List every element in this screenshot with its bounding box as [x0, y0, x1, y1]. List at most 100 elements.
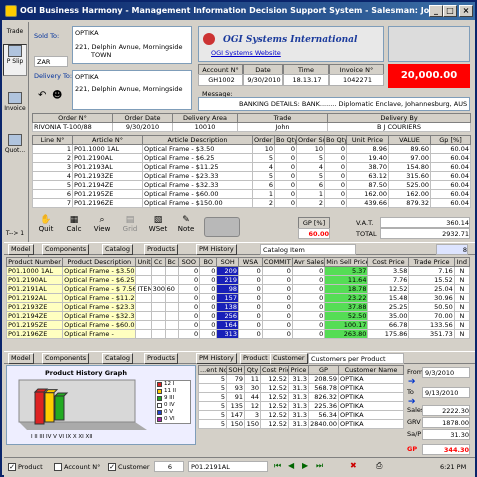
note-button[interactable]: ✎ Note: [172, 215, 200, 233]
tab-product[interactable]: Product: [240, 353, 271, 364]
delivery-by-value[interactable]: B J COURIERS: [327, 122, 471, 132]
products-column-header[interactable]: Avr Sales: [291, 257, 326, 267]
sold-to-box[interactable]: OPTIKA 221, Delphin Avnue, Morningside T…: [72, 26, 192, 64]
minimize-button[interactable]: _: [429, 5, 443, 17]
status-field-2[interactable]: P01.2191AL: [188, 461, 268, 472]
nav-next-icon[interactable]: ▶: [302, 461, 308, 470]
line-row[interactable]: 2 P01.2190AL Optical Frame - $6.25 5 0 5 0 19.4…: [32, 153, 471, 163]
product-row[interactable]: P01.2192AL Optical Frame - $11.25 0 0 157 0 0 0…: [5, 293, 471, 303]
sidebar-item-invoice[interactable]: Invoice: [3, 92, 27, 112]
status-field-1[interactable]: 6: [154, 461, 184, 472]
products-column-header[interactable]: Product Description: [62, 257, 137, 267]
line-row[interactable]: 5 P01.2194ZE Optical Frame - $32.33 6 0 6 0 87.…: [32, 180, 471, 190]
line-row[interactable]: 1 P01.1000 1AL Optical Frame - $3.50 10 0 10 0…: [32, 144, 471, 154]
products-column-header[interactable]: COMMIT: [261, 257, 293, 267]
calc-button[interactable]: ▦ Calc: [60, 215, 88, 233]
line-row[interactable]: 3 P01.2193AL Optical Frame - $11.25 4 0 4 0 38.…: [32, 162, 471, 172]
close-button[interactable]: ×: [459, 5, 473, 17]
history-column-header[interactable]: GP: [308, 365, 339, 375]
tab-components[interactable]: Components: [42, 244, 90, 255]
sidebar-item-trade[interactable]: Trade: [3, 28, 27, 35]
history-column-header[interactable]: Qty: [244, 365, 261, 375]
product-row[interactable]: P01.2196ZE Optical Frame -0 0 313 0 0 0 263.80 1…: [5, 329, 471, 339]
exit-icon[interactable]: ✖: [350, 461, 357, 470]
tab-customer[interactable]: Customer: [270, 353, 308, 364]
history-row[interactable]: 5 93 30 12.52 31.3 568.78 OPTIKA: [198, 383, 404, 393]
catalog-count-field[interactable]: 8: [436, 244, 468, 255]
print-icon[interactable]: ⎙: [376, 461, 382, 471]
products-column-header[interactable]: Bc: [164, 257, 179, 267]
product-row[interactable]: P01.2195ZE Optical Frame - $60.00 0 0 164 0 0 0…: [5, 320, 471, 330]
products-column-header[interactable]: SOO: [177, 257, 201, 267]
tab-model-2[interactable]: Model: [8, 353, 34, 364]
wset-button[interactable]: ▧ WSet: [144, 215, 172, 233]
product-row[interactable]: P01.2190AL Optical Frame - $6.25 0 0 219 0 0 0 1…: [5, 275, 471, 285]
history-row[interactable]: 5 91 44 12.52 31.3 826.32 OPTIKA: [198, 392, 404, 402]
history-row[interactable]: 5 135 12 12.52 31.3 225.36 OPTIKA: [198, 401, 404, 411]
history-row[interactable]: 5 147 3 12.52 31.3 56.34 OPTIKA: [198, 410, 404, 420]
history-row[interactable]: 5 79 11 12.52 31.3 208.59 OPTIKA: [198, 374, 404, 384]
products-column-header[interactable]: Min Sell Price: [324, 257, 369, 267]
line-row[interactable]: 7 P01.2196ZE Optical Frame - $150.00 2 0 2 0 43…: [32, 198, 471, 208]
product-row[interactable]: P01.2191ALOptical Frame - $ 7.56ITEM3006…: [5, 284, 471, 294]
history-column-header[interactable]: Customer Name: [338, 365, 404, 375]
line-row[interactable]: 6 P01.2195ZE Optical Frame - $60.00 1 0 1 0 162…: [32, 189, 471, 199]
nav-first-icon[interactable]: ⏮: [274, 461, 281, 471]
website-link[interactable]: OGI Systems Website: [211, 49, 281, 57]
history-column-header[interactable]: ...ent No.: [198, 365, 227, 375]
nav-last-icon[interactable]: ⏭: [316, 461, 323, 471]
tab-catalog-2[interactable]: Catalog: [102, 353, 133, 364]
products-column-header[interactable]: BO: [199, 257, 218, 267]
history-column-header[interactable]: SOH: [226, 365, 245, 375]
products-column-header[interactable]: Trade Price: [408, 257, 455, 267]
order-date-value[interactable]: 9/30/2010: [112, 122, 173, 132]
products-column-header[interactable]: Unit: [135, 257, 152, 267]
tab-pm-history-2[interactable]: PM History: [196, 353, 237, 364]
message-box[interactable]: BANKING DETAILS: BANK........ Diplomatic…: [198, 97, 470, 111]
currency-select[interactable]: ZAR: [34, 56, 68, 67]
quit-button[interactable]: ✋ Quit: [32, 215, 60, 233]
sidebar-item-quote[interactable]: Quot...: [3, 134, 27, 154]
delivery-to-box[interactable]: OPTIKA 221, Delphin Avnue, Morningside: [72, 70, 192, 110]
tab-products[interactable]: Products: [144, 244, 179, 255]
tab-catalog[interactable]: Catalog: [102, 244, 133, 255]
view-button[interactable]: ⌕ View: [88, 215, 116, 233]
delivery-area-value[interactable]: 10010: [172, 122, 238, 132]
products-column-header[interactable]: Ind: [453, 257, 471, 267]
history-row[interactable]: 5 150 150 12.52 31.3 2840.00 OPTIKA: [198, 419, 404, 429]
customer-checkbox[interactable]: ✓: [108, 463, 116, 471]
grid-button[interactable]: ▤ Grid: [116, 215, 144, 233]
maximize-button[interactable]: □: [443, 5, 457, 17]
tab-products-2[interactable]: Products: [144, 353, 179, 364]
catalog-item-select[interactable]: Catalog Item: [260, 244, 356, 255]
sidebar-nav[interactable]: T--> 1: [3, 230, 27, 237]
account-checkbox[interactable]: [54, 463, 62, 471]
arrow-right-icon[interactable]: ➔: [408, 377, 416, 387]
tab-model[interactable]: Model: [8, 244, 34, 255]
gp-value[interactable]: 60.00: [298, 228, 330, 239]
to-date[interactable]: 9/13/2010: [422, 387, 470, 398]
sidebar-item-pslip[interactable]: P Slip: [3, 44, 27, 76]
product-checkbox[interactable]: ✓: [8, 463, 16, 471]
products-column-header[interactable]: Cost Price: [367, 257, 410, 267]
products-column-header[interactable]: Product Number: [5, 257, 64, 267]
tab-pm-history[interactable]: PM History: [196, 244, 237, 255]
money-icon[interactable]: [204, 217, 240, 237]
history-column-header[interactable]: Price: [288, 365, 309, 375]
line-row[interactable]: 4 P01.2193ZE Optical Frame - $23.33 5 0 5 0 63.…: [32, 171, 471, 181]
history-column-header[interactable]: Cost Price: [260, 365, 289, 375]
product-row[interactable]: P01.2194ZE Optical Frame - $32.33 0 0 256 0 0 0…: [5, 311, 471, 321]
products-column-header[interactable]: WSA: [237, 257, 263, 267]
undo-icon[interactable]: ↶: [38, 90, 46, 101]
products-column-header[interactable]: Cc: [150, 257, 166, 267]
nav-prev-icon[interactable]: ◀: [288, 461, 294, 470]
products-column-header[interactable]: SOH: [216, 257, 239, 267]
tab-components-2[interactable]: Components: [42, 353, 90, 364]
product-row[interactable]: P01.1000 1AL Optical Frame - $3.50 0 0 209 0 0…: [5, 266, 471, 276]
trade-value[interactable]: John: [237, 122, 328, 132]
order-no-value[interactable]: RIVONIA T-100/88: [32, 122, 113, 132]
customers-select[interactable]: Customers per Product: [308, 353, 404, 364]
user-icon[interactable]: ☻: [52, 90, 62, 101]
from-date[interactable]: 9/3/2010: [422, 367, 470, 378]
product-row[interactable]: P01.2193ZE Optical Frame - $23.33 0 0 138 0 0 0…: [5, 302, 471, 312]
